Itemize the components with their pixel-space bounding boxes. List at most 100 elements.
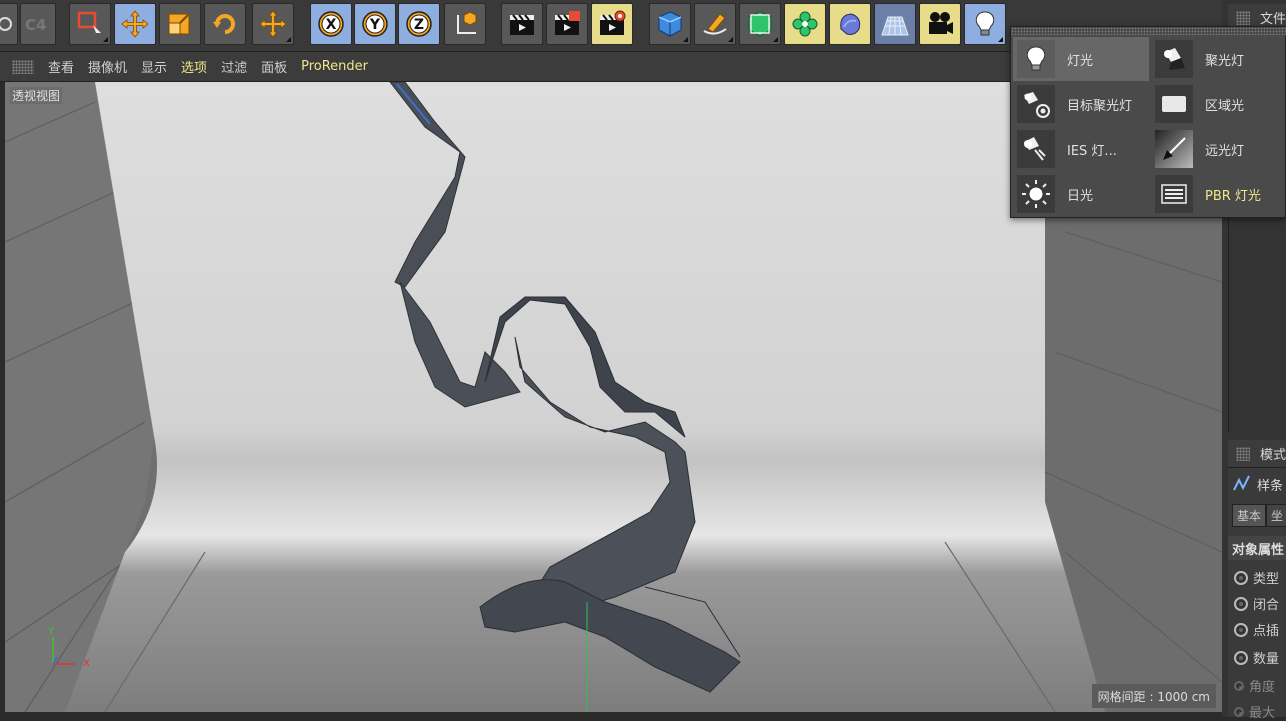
attr-max-length[interactable]: 最大	[1234, 702, 1275, 721]
panel-grip-icon[interactable]	[1236, 10, 1250, 25]
menu-display[interactable]: 显示	[141, 57, 167, 76]
menu-view[interactable]: 查看	[48, 57, 74, 76]
attr-closed-label: 闭合	[1253, 598, 1280, 613]
rotate-tool-button[interactable]	[204, 3, 246, 45]
redo-partial-button[interactable]: C4	[20, 3, 56, 45]
light-type-popup: 灯光 聚光灯 目标聚光灯 区域光 IES 灯... 远光灯 日光 PBR 灯光	[1010, 26, 1286, 218]
file-menu[interactable]: 文件	[1260, 8, 1286, 27]
menu-item-pbr-light[interactable]: PBR 灯光	[1151, 172, 1286, 216]
light-bulb-icon	[975, 11, 995, 36]
panel-grip-icon[interactable]	[1236, 446, 1250, 461]
grid-spacing-readout: 网格间距 : 1000 cm	[1091, 684, 1216, 708]
spotlight-icon	[1155, 40, 1193, 78]
coordinate-system-icon	[457, 11, 477, 34]
axis-x-label: X	[83, 658, 90, 669]
z-axis-label: Z	[414, 17, 424, 33]
section-title: 对象属性	[1232, 542, 1285, 558]
ies-light-icon	[1017, 130, 1055, 168]
subdivision-cube-icon	[748, 11, 772, 37]
target-spotlight-icon	[1017, 85, 1055, 123]
recent-tool-button[interactable]	[252, 3, 294, 45]
z-axis-icon: Z	[406, 11, 432, 37]
radio-icon[interactable]	[1234, 650, 1248, 665]
scale-tool-button[interactable]	[159, 3, 201, 45]
menu-cameras[interactable]: 摄像机	[88, 57, 127, 76]
z-axis-lock-button[interactable]: Z	[398, 3, 440, 45]
undo-partial-button[interactable]	[0, 3, 18, 45]
attr-type[interactable]: 类型	[1234, 568, 1279, 587]
subdivision-button[interactable]	[739, 3, 781, 45]
axis-y-label: Y	[48, 626, 55, 637]
coordinate-system-button[interactable]	[444, 3, 486, 45]
radio-icon[interactable]	[1234, 596, 1248, 611]
object-title-row: 样条	[1232, 474, 1283, 494]
pen-spline-button[interactable]	[694, 3, 736, 45]
area-light-icon	[1155, 85, 1193, 123]
attr-interpolation-label: 点插	[1253, 624, 1280, 639]
menu-options[interactable]: 选项	[181, 57, 207, 76]
x-axis-icon: X	[318, 11, 344, 37]
c4d-logo-icon: C4	[25, 16, 46, 34]
spline-icon	[1233, 475, 1250, 491]
panel-grip-icon[interactable]	[12, 59, 34, 74]
attr-closed[interactable]: 闭合	[1234, 594, 1279, 613]
radio-icon[interactable]	[1234, 622, 1248, 637]
menu-item-light[interactable]: 灯光	[1013, 37, 1149, 81]
menu-item-sun[interactable]: 日光	[1013, 172, 1149, 216]
attr-angle[interactable]: 角度	[1234, 676, 1275, 695]
attr-max-length-label: 最大	[1249, 706, 1276, 721]
tab-coord[interactable]: 坐	[1266, 504, 1286, 527]
menu-item-area-light-label: 区域光	[1205, 98, 1245, 114]
render-picture-viewer-button[interactable]	[546, 3, 588, 45]
live-selection-icon	[77, 11, 101, 33]
tab-basic[interactable]: 基本	[1232, 504, 1267, 527]
menu-item-target-spotlight[interactable]: 目标聚光灯	[1013, 82, 1149, 126]
render-settings-button[interactable]	[591, 3, 633, 45]
cloner-button[interactable]	[784, 3, 826, 45]
x-axis-lock-button[interactable]: X	[310, 3, 352, 45]
move-arrows-icon	[259, 10, 287, 38]
attr-number-label: 数量	[1253, 652, 1280, 667]
light-bulb-icon	[1017, 40, 1055, 78]
deformer-button[interactable]	[829, 3, 871, 45]
attr-interpolation[interactable]: 点插	[1234, 620, 1279, 639]
radio-icon[interactable]	[1234, 570, 1248, 585]
floor-button[interactable]	[874, 3, 916, 45]
pen-icon	[703, 13, 727, 35]
viewport-label: 透视视图	[10, 87, 63, 104]
menu-panel[interactable]: 面板	[261, 57, 287, 76]
rotate-icon	[213, 14, 235, 34]
sun-icon	[1017, 175, 1055, 213]
camera-icon	[929, 12, 953, 34]
menu-item-spotlight-label: 聚光灯	[1205, 53, 1245, 69]
menu-item-area-light[interactable]: 区域光	[1151, 82, 1286, 126]
light-button[interactable]	[964, 3, 1006, 45]
undo-icon	[0, 17, 12, 31]
attr-number[interactable]: 数量	[1234, 648, 1279, 667]
object-name: 样条	[1257, 478, 1284, 494]
menu-item-ies-light[interactable]: IES 灯...	[1013, 127, 1149, 171]
menu-item-infinite-light[interactable]: 远光灯	[1151, 127, 1286, 171]
mode-menu[interactable]: 模式	[1260, 444, 1286, 463]
menu-item-spotlight[interactable]: 聚光灯	[1151, 37, 1286, 81]
menu-item-ies-light-label: IES 灯...	[1067, 143, 1117, 159]
radio-icon[interactable]	[1234, 706, 1244, 717]
y-axis-lock-button[interactable]: Y	[354, 3, 396, 45]
grid-spacing-text: 网格间距 : 1000 cm	[1097, 689, 1210, 704]
live-selection-button[interactable]	[69, 3, 111, 45]
menu-filter[interactable]: 过滤	[221, 57, 247, 76]
y-axis-icon: Y	[362, 11, 388, 37]
move-tool-button[interactable]	[114, 3, 156, 45]
menu-prorender[interactable]: ProRender	[301, 59, 368, 74]
clapper-gear-icon	[600, 10, 626, 35]
attribute-manager-header: 模式	[1228, 440, 1286, 468]
cube-button[interactable]	[649, 3, 691, 45]
move-arrows-icon	[121, 10, 149, 38]
menu-item-sun-label: 日光	[1067, 188, 1094, 204]
clapper-icon	[510, 14, 534, 35]
camera-button[interactable]	[919, 3, 961, 45]
popup-grip[interactable]	[1011, 27, 1286, 35]
radio-icon[interactable]	[1234, 680, 1244, 691]
render-view-button[interactable]	[501, 3, 543, 45]
y-axis-label: Y	[369, 17, 381, 33]
